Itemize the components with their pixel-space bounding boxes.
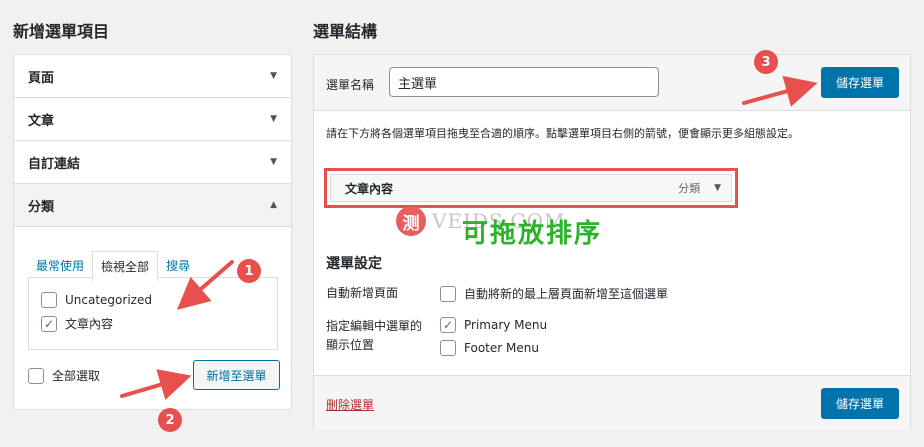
add-to-menu-button[interactable]: 新增至選單: [193, 360, 280, 390]
section-label: 文章: [28, 113, 55, 129]
location-label-line-1: 指定編輯中選單的: [326, 319, 423, 333]
menu-header: 選單名稱 主選單 儲存選單: [314, 55, 910, 111]
list-item: Uncategorized: [41, 292, 265, 308]
step-badge-3: 3: [754, 50, 778, 74]
section-label: 頁面: [28, 70, 55, 86]
chevron-down-icon: ▼: [270, 157, 277, 167]
save-menu-button-bottom[interactable]: 儲存選單: [821, 388, 899, 419]
menu-structure-heading: 選單結構: [313, 22, 378, 41]
menu-name-label: 選單名稱: [326, 78, 375, 92]
section-posts[interactable]: 文章 ▼: [14, 98, 291, 141]
section-label: 自訂連結: [28, 156, 81, 172]
save-menu-button[interactable]: 儲存選單: [821, 67, 899, 98]
tab-view-all[interactable]: 檢視全部: [92, 251, 159, 282]
primary-menu-checkbox[interactable]: ✓: [440, 317, 456, 333]
category-list: Uncategorized ✓ 文章內容: [28, 277, 278, 350]
chevron-down-icon: ▼: [270, 71, 277, 81]
checkmark-icon: ✓: [43, 316, 55, 331]
checkmark-icon: ✓: [442, 318, 454, 332]
location-primary: ✓ Primary Menu: [440, 317, 547, 333]
chevron-down-icon: ▼: [270, 114, 277, 124]
category-label: 文章內容: [65, 317, 114, 331]
watermark-seal: 测: [396, 206, 426, 236]
step-badge-2: 2: [158, 408, 182, 432]
menu-name-input[interactable]: 主選單: [389, 67, 659, 97]
categories-body: 最常使用 檢視全部 搜尋 Uncategorized ✓ 文章內容 全部選取 新…: [14, 227, 291, 409]
footer-menu-label: Footer Menu: [464, 341, 539, 355]
menu-settings-title: 選單設定: [326, 256, 382, 272]
menu-item-title: 文章內容: [345, 181, 394, 196]
footer-menu-checkbox[interactable]: [440, 340, 456, 356]
select-all: 全部選取: [28, 367, 100, 384]
list-item: ✓ 文章內容: [41, 315, 265, 332]
menu-item-type: 分類: [678, 182, 701, 195]
chevron-up-icon: ▲: [270, 200, 277, 210]
location-label-line-2: 顯示位置: [326, 338, 375, 352]
drag-sort-label: 可拖放排序: [462, 219, 603, 249]
category-label: Uncategorized: [65, 293, 152, 307]
section-categories[interactable]: 分類 ▲: [14, 184, 291, 227]
category-checkbox-uncategorized[interactable]: [41, 292, 57, 308]
primary-menu-label: Primary Menu: [464, 318, 548, 332]
menu-item[interactable]: 文章內容 分類 ▼: [330, 174, 732, 202]
instructions: 請在下方將各個選單項目拖曳至合適的順序。點擊選單項目右側的箭號，便會顯示更多組態…: [326, 127, 799, 140]
select-all-checkbox[interactable]: [28, 367, 44, 384]
section-pages[interactable]: 頁面 ▼: [14, 55, 291, 98]
auto-add-text: 自動將新的最上層頁面新增至這個選單: [464, 287, 669, 301]
location-footer: Footer Menu: [440, 340, 539, 356]
auto-add-option: 自動將新的最上層頁面新增至這個選單: [440, 285, 668, 302]
add-menu-items-panel: 頁面 ▼ 文章 ▼ 自訂連結 ▼ 分類 ▲ 最常使用 檢視全部 搜尋 Uncategor…: [13, 54, 292, 410]
delete-menu-link[interactable]: 刪除選單: [326, 396, 374, 413]
select-all-label: 全部選取: [52, 369, 101, 383]
chevron-down-icon[interactable]: ▼: [714, 183, 721, 193]
section-custom-links[interactable]: 自訂連結 ▼: [14, 141, 291, 184]
menu-footer: 刪除選單 儲存選單: [314, 375, 910, 431]
menu-item-highlight: 文章內容 分類 ▼: [324, 168, 738, 208]
category-checkbox-article-content[interactable]: ✓: [41, 315, 57, 332]
step-badge-1: 1: [237, 259, 261, 283]
add-menu-items-heading: 新增選單項目: [13, 22, 110, 41]
auto-add-label: 自動新增頁面: [326, 286, 399, 300]
auto-add-checkbox[interactable]: [440, 285, 456, 302]
menu-structure-panel: 選單名稱 主選單 儲存選單 請在下方將各個選單項目拖曳至合適的順序。點擊選單項目…: [313, 54, 911, 431]
menu-item-meta: 分類 ▼: [678, 180, 721, 196]
section-label: 分類: [28, 199, 55, 215]
